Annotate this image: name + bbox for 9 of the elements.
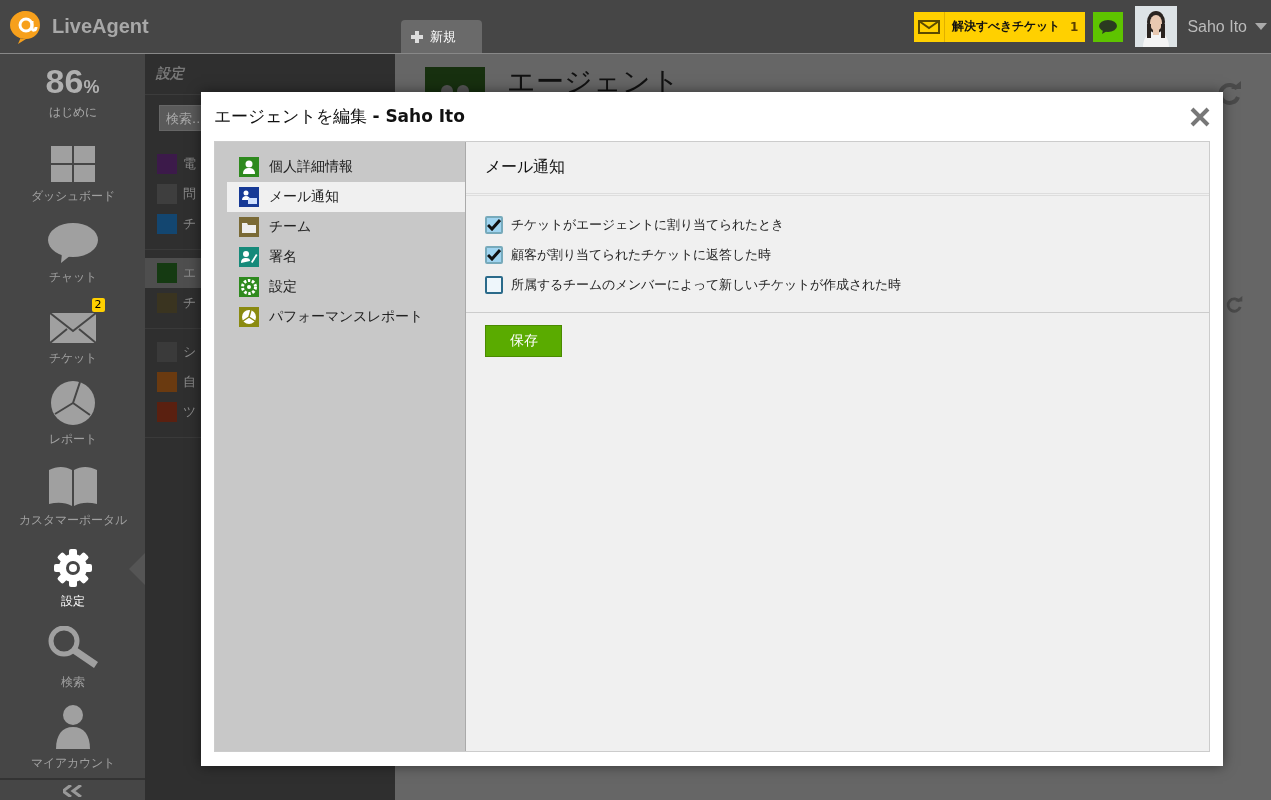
option-label: チケットがエージェントに割り当てられたとき bbox=[511, 216, 784, 234]
tickets-count: 1 bbox=[1069, 19, 1080, 34]
option-label: 所属するチームのメンバーによって新しいチケットが作成された時 bbox=[511, 276, 901, 294]
progress-value: 86% bbox=[45, 63, 100, 98]
logo-text: LiveAgent bbox=[52, 15, 149, 38]
tickets-label: 解決すべきチケット bbox=[951, 18, 1061, 35]
count-badge: 2 bbox=[91, 298, 105, 312]
section-title: メール通知 bbox=[466, 142, 1209, 196]
option-label: 顧客が割り当てられたチケットに返答した時 bbox=[511, 246, 771, 264]
